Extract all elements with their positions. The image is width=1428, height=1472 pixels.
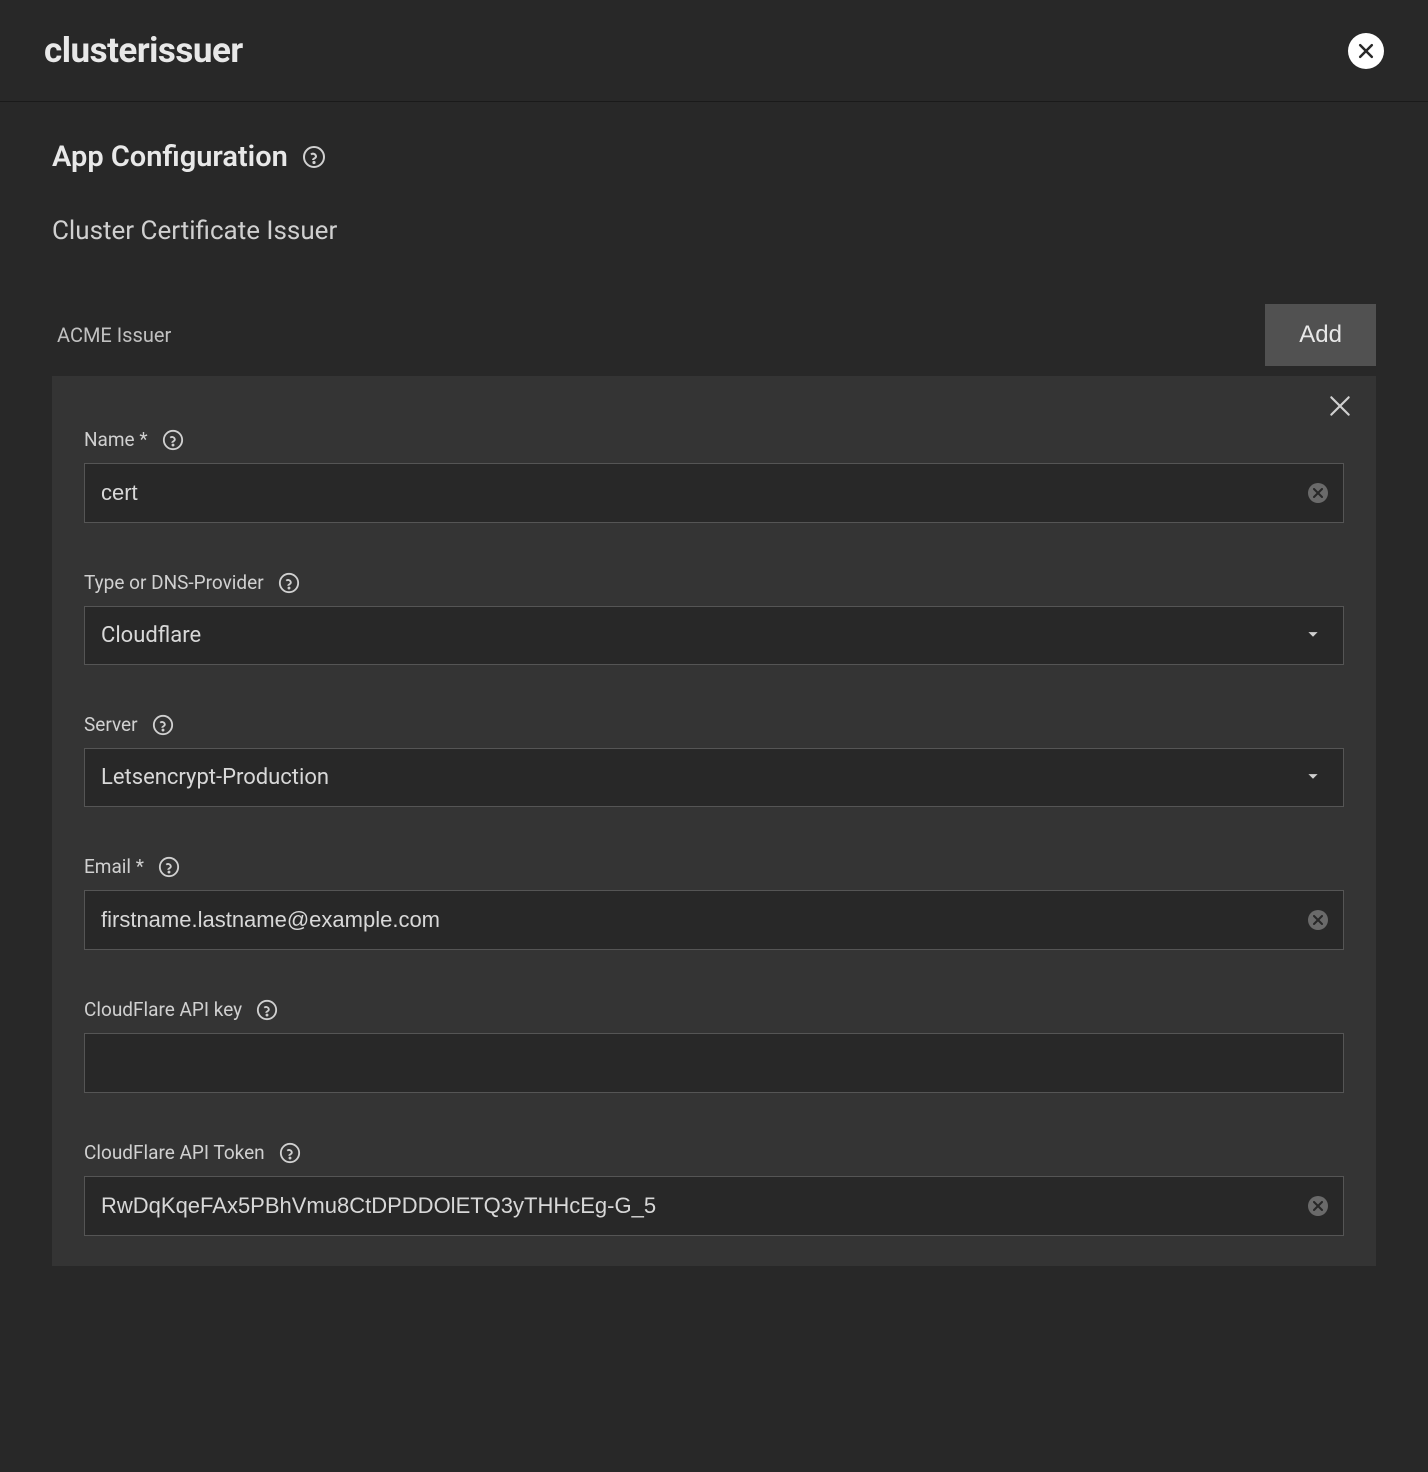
type-provider-label: Type or DNS-Provider — [84, 571, 264, 594]
name-input[interactable] — [84, 463, 1344, 523]
clear-input-button[interactable] — [1308, 483, 1328, 503]
acme-issuer-label: ACME Issuer — [52, 323, 171, 347]
field-type-provider: Type or DNS-Provider Cloudflare — [84, 571, 1344, 665]
cf-api-token-label: CloudFlare API Token — [84, 1141, 265, 1164]
panel-close-button[interactable] — [1326, 392, 1354, 420]
clear-icon — [1313, 1201, 1323, 1211]
help-icon[interactable] — [256, 999, 278, 1021]
acme-header-row: ACME Issuer Add — [52, 304, 1376, 366]
dialog-content: App Configuration Cluster Certificate Is… — [0, 102, 1428, 1266]
clear-icon — [1313, 915, 1323, 925]
server-select[interactable]: Letsencrypt-Production — [84, 748, 1344, 807]
field-cf-api-token: CloudFlare API Token — [84, 1141, 1344, 1236]
dialog-close-button[interactable] — [1348, 33, 1384, 69]
cf-api-key-input[interactable] — [84, 1033, 1344, 1093]
dialog-title: clusterissuer — [44, 30, 243, 71]
field-server: Server Letsencrypt-Production — [84, 713, 1344, 807]
help-icon[interactable] — [158, 856, 180, 878]
close-icon — [1327, 393, 1353, 419]
field-email: Email * — [84, 855, 1344, 950]
help-icon[interactable] — [278, 572, 300, 594]
clear-input-button[interactable] — [1308, 910, 1328, 930]
section-header: App Configuration — [52, 140, 1376, 174]
section-title: App Configuration — [52, 140, 288, 174]
add-button[interactable]: Add — [1265, 304, 1376, 366]
clear-icon — [1313, 488, 1323, 498]
name-label: Name * — [84, 428, 148, 451]
clear-input-button[interactable] — [1308, 1196, 1328, 1216]
close-icon — [1356, 41, 1376, 61]
type-provider-select[interactable]: Cloudflare — [84, 606, 1344, 665]
help-icon[interactable] — [302, 145, 326, 169]
field-name: Name * — [84, 428, 1344, 523]
server-value: Letsencrypt-Production — [101, 765, 329, 790]
email-label: Email * — [84, 855, 144, 878]
type-provider-value: Cloudflare — [101, 623, 201, 648]
dialog-header: clusterissuer — [0, 0, 1428, 102]
cf-api-key-label: CloudFlare API key — [84, 998, 242, 1021]
email-input[interactable] — [84, 890, 1344, 950]
field-cf-api-key: CloudFlare API key — [84, 998, 1344, 1093]
server-label: Server — [84, 713, 138, 736]
acme-form-panel: Name * — [52, 376, 1376, 1266]
section-subtitle: Cluster Certificate Issuer — [52, 216, 1376, 246]
help-icon[interactable] — [152, 714, 174, 736]
cf-api-token-input[interactable] — [84, 1176, 1344, 1236]
help-icon[interactable] — [162, 429, 184, 451]
help-icon[interactable] — [279, 1142, 301, 1164]
